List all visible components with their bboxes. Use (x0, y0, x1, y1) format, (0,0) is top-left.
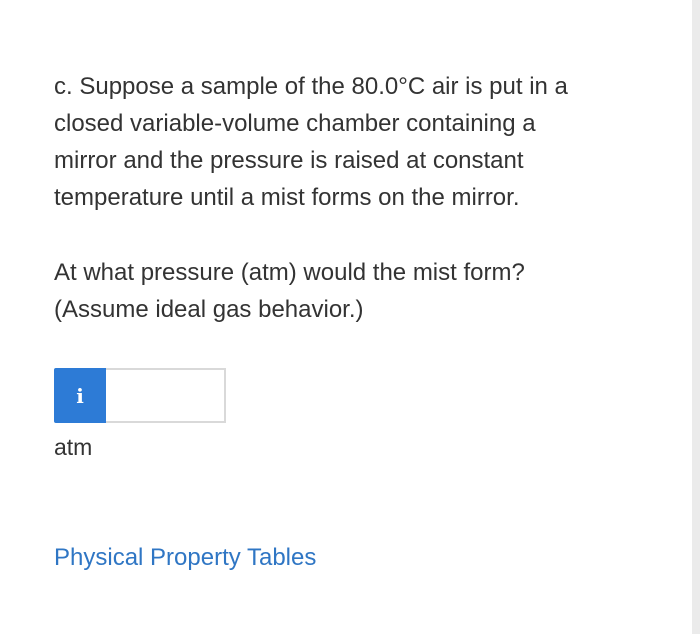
answer-field-group: i (54, 368, 226, 423)
answer-input[interactable] (106, 368, 226, 423)
unit-label: atm (54, 434, 93, 460)
physical-property-tables-link[interactable]: Physical Property Tables (54, 542, 316, 574)
question-text: c. Suppose a sample of the 80.0°C air is… (54, 73, 568, 211)
info-icon[interactable]: i (54, 368, 106, 423)
question-page: c. Suppose a sample of the 80.0°C air is… (0, 0, 700, 634)
scrollbar-track[interactable] (692, 0, 700, 634)
question-prompt: At what pressure (atm) would the mist fo… (54, 259, 525, 323)
